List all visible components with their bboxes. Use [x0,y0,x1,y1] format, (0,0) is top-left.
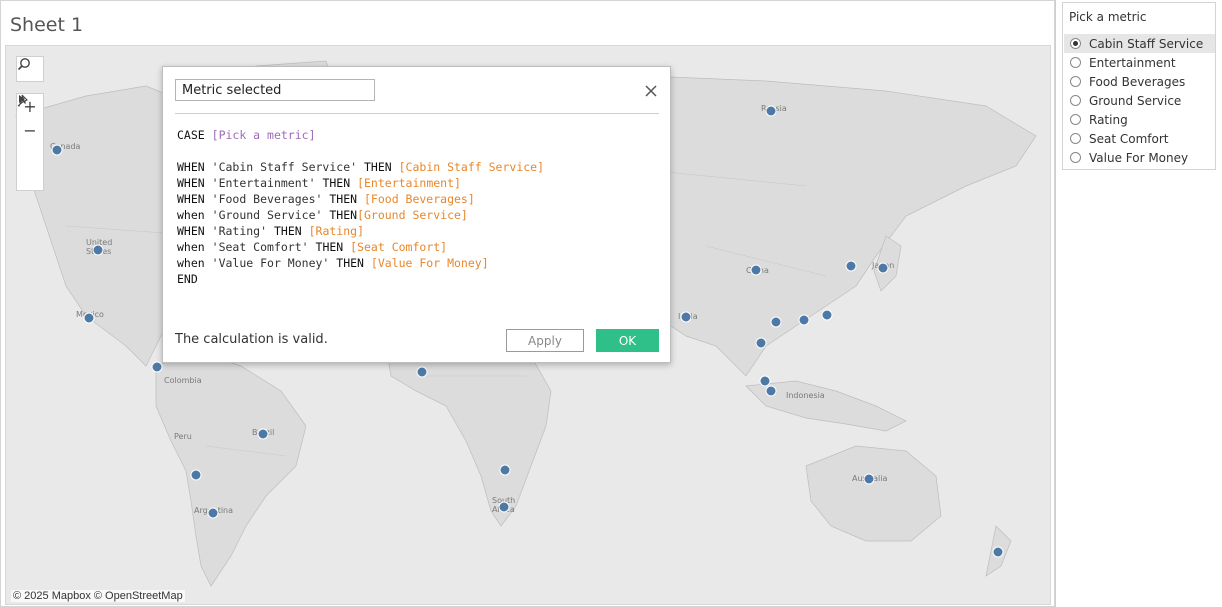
formula-keyword: END [177,272,198,286]
parameter-title: Pick a metric [1069,10,1147,24]
formula-string: 'Seat Comfort' [211,240,309,254]
map-point[interactable] [498,501,510,513]
formula-keyword: THEN [336,256,364,270]
map-label-colombia: Colombia [164,376,202,385]
map-point[interactable] [765,385,777,397]
divider [1055,0,1056,607]
formula-keyword: WHEN [177,224,205,238]
formula-field: [Rating] [308,224,364,238]
formula-keyword: WHEN [177,176,205,190]
radio-option-label: Seat Comfort [1089,131,1169,146]
formula-keyword: THEN [363,160,392,174]
map-search-toolbar [16,56,44,82]
radio-option-rating[interactable]: Rating [1064,110,1215,129]
formula-field: [Seat Comfort] [350,240,448,254]
formula-keyword: THEN [273,224,302,238]
map-point[interactable] [190,469,202,481]
map-label-peru: Peru [174,432,192,441]
map-point[interactable] [992,546,1004,558]
formula-editor[interactable]: CASE [Pick a metric] WHEN 'Cabin Staff S… [177,127,544,287]
radio-button-icon[interactable] [1070,76,1081,87]
pin-icon[interactable] [17,94,43,166]
formula-string: 'Rating' [211,224,268,238]
zoom-out-icon[interactable]: − [17,118,43,142]
formula-keyword: THEN [322,176,351,190]
map-point[interactable] [755,337,767,349]
formula-keyword: THEN [315,240,344,254]
australia-shape [805,445,942,542]
divider [175,113,659,114]
calculation-name-input[interactable] [175,79,375,101]
formula-field: [Food Beverages] [364,192,475,206]
radio-option-label: Cabin Staff Service [1089,36,1204,51]
validation-status: The calculation is valid. [175,332,328,347]
south-america-shape [155,350,307,587]
search-icon[interactable] [17,57,43,81]
map-point[interactable] [680,311,692,323]
map-point[interactable] [798,314,810,326]
map-point[interactable] [821,309,833,321]
formula-keyword: when [177,240,205,254]
map-point[interactable] [845,260,857,272]
play-icon[interactable] [17,95,43,190]
map-point[interactable] [863,473,875,485]
map-attribution[interactable]: © 2025 Mapbox © OpenStreetMap [11,590,185,602]
map-point[interactable] [416,366,428,378]
formula-keyword: WHEN [177,192,205,206]
radio-button-icon[interactable] [1070,133,1081,144]
ok-button[interactable]: OK [596,329,659,352]
formula-keyword: THEN [329,208,358,222]
map-point[interactable] [765,105,777,117]
formula-keyword: when [177,256,205,270]
map-point[interactable] [92,244,104,256]
formula-keyword: THEN [329,192,358,206]
calculation-dialog: CASE [Pick a metric] WHEN 'Cabin Staff S… [162,66,671,363]
formula-string: 'Value For Money' [211,256,330,270]
radio-option-label: Value For Money [1089,150,1189,165]
apply-button[interactable]: Apply [506,329,584,352]
radio-button-icon[interactable] [1070,38,1081,49]
radio-button-icon[interactable] [1070,95,1081,106]
map-point[interactable] [770,316,782,328]
formula-keyword: CASE [177,128,205,142]
parameter-control: Pick a metric Cabin Staff Service Entert… [1062,2,1216,170]
formula-field: [Ground Service] [357,208,468,222]
formula-parameter: [Pick a metric] [211,128,316,142]
formula-string: 'Entertainment' [211,176,316,190]
map-point[interactable] [499,464,511,476]
radio-option-cabin-staff-service[interactable]: Cabin Staff Service [1064,34,1215,53]
formula-field: [Value For Money] [370,256,489,270]
formula-field: [Cabin Staff Service] [398,160,545,174]
radio-button-icon[interactable] [1070,57,1081,68]
close-icon[interactable] [641,81,661,101]
radio-option-ground-service[interactable]: Ground Service [1064,91,1215,110]
radio-option-label: Rating [1089,112,1128,127]
map-zoom-toolbar: + − [16,93,44,191]
map-point[interactable] [83,312,95,324]
radio-option-label: Ground Service [1089,93,1182,108]
radio-option-entertainment[interactable]: Entertainment [1064,53,1215,72]
formula-string: 'Ground Service' [211,208,323,222]
formula-keyword: WHEN [177,160,205,174]
map-point[interactable] [750,264,762,276]
map-label-indonesia: Indonesia [786,391,825,400]
radio-option-label: Food Beverages [1089,74,1186,89]
map-point[interactable] [877,262,889,274]
map-point[interactable] [151,361,163,373]
radio-button-icon[interactable] [1070,114,1081,125]
formula-field: [Entertainment] [357,176,461,190]
formula-string: 'Food Beverages' [211,192,323,206]
map-point[interactable] [207,507,219,519]
radio-option-seat-comfort[interactable]: Seat Comfort [1064,129,1215,148]
radio-button-icon[interactable] [1070,152,1081,163]
sheet-title: Sheet 1 [10,14,84,36]
map-point[interactable] [51,144,63,156]
map-point[interactable] [257,428,269,440]
formula-keyword: when [177,208,205,222]
formula-string: 'Cabin Staff Service' [211,160,358,174]
radio-option-food-beverages[interactable]: Food Beverages [1064,72,1215,91]
radio-option-value-for-money[interactable]: Value For Money [1064,148,1215,167]
radio-option-label: Entertainment [1089,55,1176,70]
